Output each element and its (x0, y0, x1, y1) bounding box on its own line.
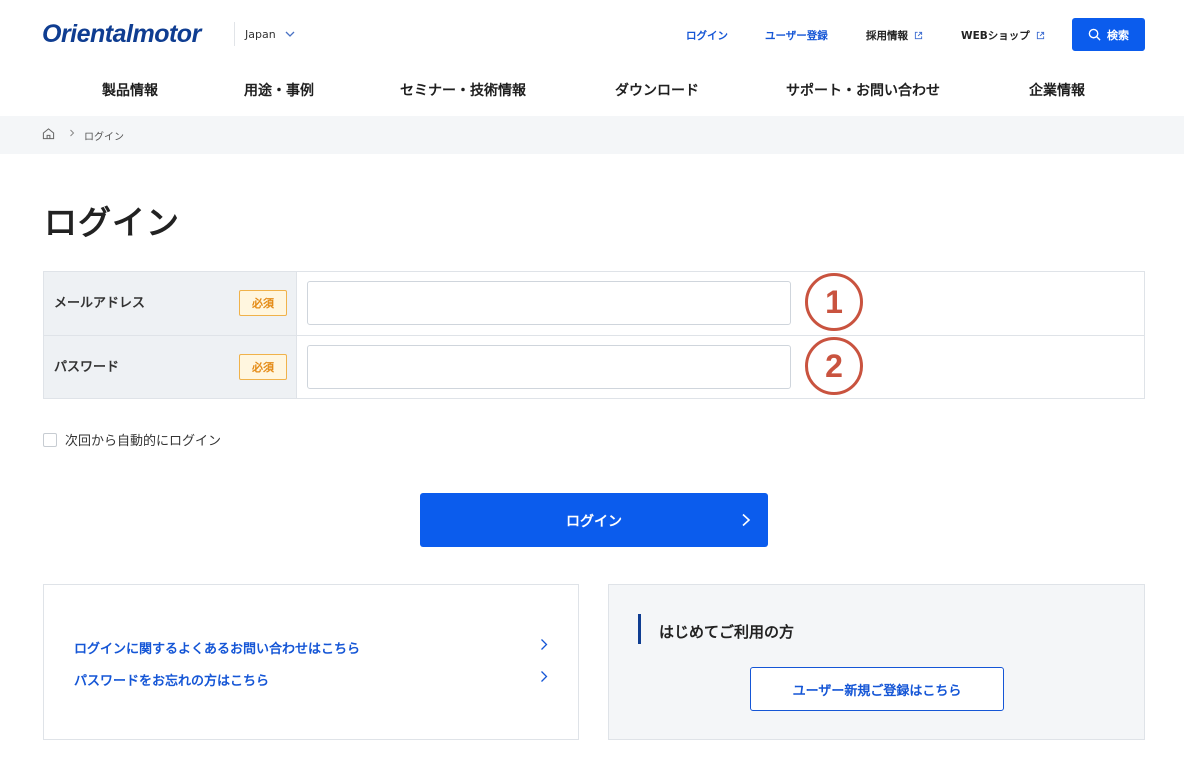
chevron-down-icon (285, 31, 295, 37)
password-row: パスワード 必須 2 (44, 335, 1144, 398)
password-label: パスワード (54, 360, 120, 375)
email-field[interactable] (307, 281, 791, 325)
password-label-cell: パスワード 必須 (44, 336, 297, 398)
nav-item-seminars[interactable]: セミナー・技術情報 (400, 80, 526, 100)
breadcrumb-current: ログイン (84, 132, 124, 143)
help-links-box: ログインに関するよくあるお問い合わせはこちら パスワードをお忘れの方はこちら (43, 584, 579, 740)
auto-login-checkbox[interactable] (43, 432, 57, 447)
nav-item-downloads[interactable]: ダウンロード (615, 80, 699, 100)
header-webshop-link[interactable]: WEBショップ (961, 28, 1045, 43)
header-register-link[interactable]: ユーザー登録 (765, 28, 828, 43)
external-link-icon (1036, 31, 1044, 40)
external-link-icon (914, 31, 923, 40)
auto-login-option[interactable]: 次回から自動的にログイン (43, 430, 221, 449)
faq-link[interactable]: ログインに関するよくあるお問い合わせはこちら (74, 638, 360, 657)
chevron-right-icon[interactable] (540, 670, 548, 683)
breadcrumb: ログイン (0, 116, 1184, 154)
nav-item-applications[interactable]: 用途・事例 (244, 80, 314, 100)
annotation-marker-2: 2 (805, 337, 863, 395)
password-field[interactable] (307, 345, 791, 389)
nav-item-company[interactable]: 企業情報 (1029, 80, 1085, 100)
search-icon (1088, 28, 1101, 41)
header-recruit-label: 採用情報 (866, 30, 908, 42)
header-webshop-label: WEBショップ (961, 30, 1030, 42)
new-user-title: はじめてご利用の方 (659, 623, 795, 641)
search-button[interactable]: 検索 (1072, 18, 1145, 51)
login-form: メールアドレス 必須 1 パスワード 必須 2 (43, 271, 1145, 399)
region-label: Japan (245, 27, 276, 41)
annotation-marker-1: 1 (805, 273, 863, 331)
chevron-right-icon[interactable] (540, 638, 548, 651)
site-logo[interactable]: Orientalmotor (42, 20, 201, 49)
chevron-right-icon (742, 513, 751, 527)
home-icon[interactable] (42, 127, 55, 140)
required-badge: 必須 (239, 354, 287, 380)
region-selector[interactable]: Japan (234, 22, 296, 46)
login-submit-button[interactable]: ログイン (420, 493, 768, 547)
heading-accent-bar (638, 614, 641, 644)
nav-item-products[interactable]: 製品情報 (102, 80, 158, 100)
nav-item-support[interactable]: サポート・お問い合わせ (786, 80, 940, 100)
email-label: メールアドレス (54, 296, 146, 311)
auto-login-label: 次回から自動的にログイン (65, 434, 222, 449)
header-login-link[interactable]: ログイン (686, 28, 728, 43)
header-register-label: ユーザー登録 (765, 30, 828, 42)
page-title: ログイン (44, 203, 180, 242)
header-recruit-link[interactable]: 採用情報 (866, 28, 923, 43)
site-header: Orientalmotor Japan ログイン ユーザー登録 採用情報 WEB… (0, 0, 1184, 116)
login-submit-label: ログイン (566, 514, 622, 530)
header-login-label: ログイン (686, 30, 728, 42)
chevron-right-icon (70, 129, 75, 137)
forgot-password-link[interactable]: パスワードをお忘れの方はこちら (74, 670, 269, 689)
new-user-box: はじめてご利用の方 ユーザー新規ご登録はこちら (608, 584, 1145, 740)
email-row: メールアドレス 必須 1 (44, 272, 1144, 335)
search-label: 検索 (1107, 28, 1129, 42)
required-badge: 必須 (239, 290, 287, 316)
global-nav: 製品情報 用途・事例 セミナー・技術情報 ダウンロード サポート・お問い合わせ … (0, 76, 1184, 102)
register-button[interactable]: ユーザー新規ご登録はこちら (750, 667, 1004, 711)
email-label-cell: メールアドレス 必須 (44, 272, 297, 335)
